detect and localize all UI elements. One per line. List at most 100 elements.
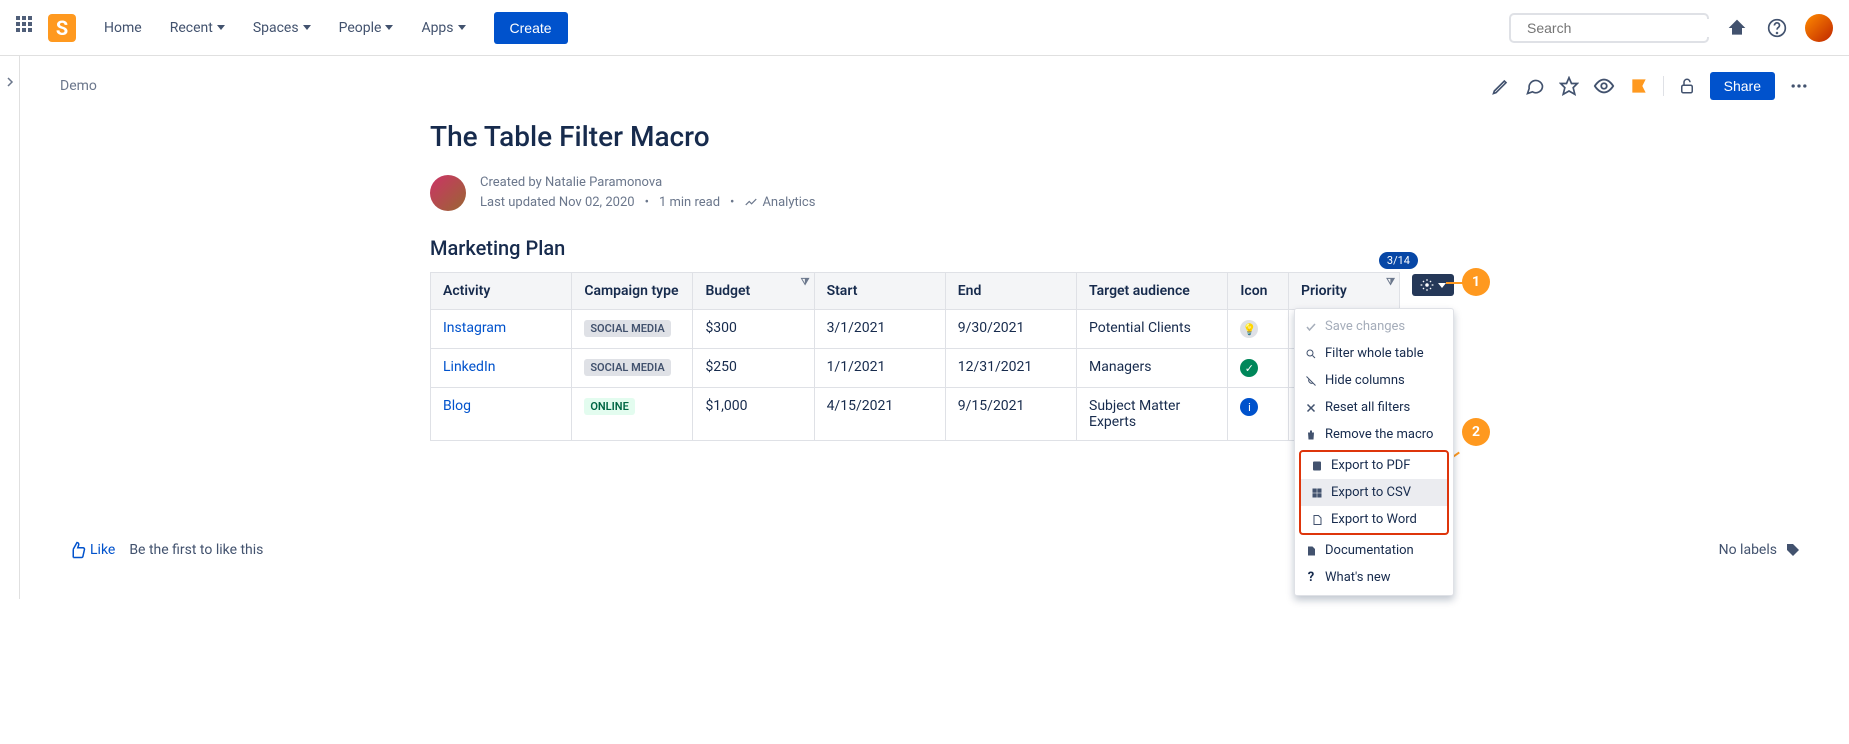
- cell-activity: LinkedIn: [431, 349, 572, 388]
- help-icon[interactable]: [1765, 16, 1789, 40]
- read-time: 1 min read: [659, 193, 720, 213]
- table-row: InstagramSOCIAL MEDIA$3003/1/20219/30/20…: [431, 310, 1400, 349]
- like-prompt: Be the first to like this: [129, 542, 263, 558]
- menu-whats-new[interactable]: ? What's new: [1295, 564, 1453, 591]
- filter-icon[interactable]: ⧩: [801, 277, 810, 288]
- table-row: Blog ONLINE $1,0004/15/20219/15/2021Subjec…: [431, 388, 1400, 441]
- col-budget[interactable]: Budget⧩: [693, 273, 814, 310]
- col-start[interactable]: Start: [814, 273, 945, 310]
- byline: Created by Natalie Paramonova Last updat…: [430, 173, 1410, 212]
- analytics-link[interactable]: Analytics: [744, 193, 815, 213]
- cell-campaign-type: ONLINE: [572, 388, 693, 441]
- campaign-tag: SOCIAL MEDIA: [584, 359, 670, 376]
- last-updated: Last updated Nov 02, 2020: [480, 193, 635, 213]
- campaign-tag: ONLINE: [584, 398, 634, 415]
- callout-2: 2: [1462, 418, 1490, 446]
- chevron-down-icon: [385, 25, 393, 30]
- cell-end: 12/31/2021: [945, 349, 1076, 388]
- presenter-icon[interactable]: [1629, 76, 1649, 96]
- like-button[interactable]: Like: [68, 541, 115, 559]
- nav-recent[interactable]: Recent: [158, 12, 237, 44]
- page-actions: Share: [1491, 72, 1809, 100]
- page-footer: Like Be the first to like this No labels: [60, 541, 1809, 559]
- chevron-right-icon: [4, 76, 16, 88]
- menu-filter-table[interactable]: Filter whole table: [1295, 340, 1453, 367]
- col-target[interactable]: Target audience: [1077, 273, 1228, 310]
- menu-reset-filters[interactable]: Reset all filters: [1295, 394, 1453, 421]
- col-activity[interactable]: Activity: [431, 273, 572, 310]
- app-switcher-icon[interactable]: [16, 16, 40, 40]
- cell-start: 4/15/2021: [814, 388, 945, 441]
- chevron-down-icon: [458, 25, 466, 30]
- divider: [1663, 76, 1664, 96]
- activity-link[interactable]: Instagram: [443, 320, 506, 336]
- doc-icon: [1305, 545, 1317, 557]
- label-icon[interactable]: [1785, 542, 1801, 558]
- nav-spaces[interactable]: Spaces: [241, 12, 323, 44]
- notifications-icon[interactable]: [1725, 16, 1749, 40]
- status-icon: 💡: [1240, 320, 1258, 338]
- col-campaign-type[interactable]: Campaign type: [572, 273, 693, 310]
- table-settings-button[interactable]: [1412, 274, 1454, 296]
- share-button[interactable]: Share: [1710, 72, 1775, 100]
- nav-apps[interactable]: Apps: [409, 12, 477, 44]
- menu-hide-columns[interactable]: Hide columns: [1295, 367, 1453, 394]
- cell-activity: Instagram: [431, 310, 572, 349]
- activity-link[interactable]: LinkedIn: [443, 359, 496, 375]
- trash-icon: [1305, 429, 1317, 441]
- cell-start: 1/1/2021: [814, 349, 945, 388]
- cell-activity: Blog: [431, 388, 572, 441]
- data-table: Activity Campaign type Budget⧩ Start End…: [430, 272, 1400, 441]
- nav-home[interactable]: Home: [92, 12, 154, 44]
- menu-remove-macro[interactable]: Remove the macro: [1295, 421, 1453, 448]
- col-priority[interactable]: Priority⧩: [1288, 273, 1399, 310]
- restrictions-icon[interactable]: [1678, 77, 1696, 95]
- breadcrumb[interactable]: Demo: [60, 78, 97, 94]
- table-settings-menu: Save changes Filter whole table Hide col…: [1294, 308, 1454, 596]
- search-box[interactable]: [1509, 13, 1709, 43]
- comment-icon[interactable]: [1525, 76, 1545, 96]
- export-group: Export to PDF Export to CSV Export to Wo…: [1299, 450, 1449, 535]
- menu-export-csv[interactable]: Export to CSV: [1301, 479, 1447, 506]
- menu-documentation[interactable]: Documentation: [1295, 537, 1453, 564]
- cell-end: 9/15/2021: [945, 388, 1076, 441]
- close-icon: [1305, 402, 1317, 414]
- cell-target: Managers: [1077, 349, 1228, 388]
- cell-budget: $1,000: [693, 388, 814, 441]
- cell-target: Subject Matter Experts: [1077, 388, 1228, 441]
- chevron-down-icon: [1438, 283, 1446, 288]
- pdf-icon: [1311, 460, 1323, 472]
- status-icon: i: [1240, 398, 1258, 416]
- search-input[interactable]: [1525, 19, 1710, 37]
- cell-target: Potential Clients: [1077, 310, 1228, 349]
- table-header-row: Activity Campaign type Budget⧩ Start End…: [431, 273, 1400, 310]
- star-icon[interactable]: [1559, 76, 1579, 96]
- cell-icon: ✓: [1228, 349, 1289, 388]
- cell-budget: $250: [693, 349, 814, 388]
- status-icon: ✓: [1240, 359, 1258, 377]
- cell-end: 9/30/2021: [945, 310, 1076, 349]
- nav-people[interactable]: People: [327, 12, 406, 44]
- menu-export-pdf[interactable]: Export to PDF: [1301, 452, 1447, 479]
- sidebar-expand-toggle[interactable]: [0, 56, 20, 599]
- analytics-icon: [744, 195, 758, 209]
- cell-start: 3/1/2021: [814, 310, 945, 349]
- activity-link[interactable]: Blog: [443, 398, 471, 414]
- campaign-tag: SOCIAL MEDIA: [584, 320, 670, 337]
- col-icon[interactable]: Icon: [1228, 273, 1289, 310]
- chevron-down-icon: [217, 25, 225, 30]
- watch-icon[interactable]: [1593, 75, 1615, 97]
- callout-line: [1446, 282, 1464, 284]
- user-avatar[interactable]: [1805, 14, 1833, 42]
- product-logo[interactable]: S: [48, 14, 76, 42]
- thumbs-up-icon: [68, 541, 86, 559]
- callout-1: 1: [1462, 268, 1490, 296]
- more-actions-icon[interactable]: [1789, 76, 1809, 96]
- menu-export-word[interactable]: Export to Word: [1301, 506, 1447, 533]
- author-avatar[interactable]: [430, 175, 466, 211]
- menu-save-changes: Save changes: [1295, 313, 1453, 340]
- filter-icon[interactable]: ⧩: [1386, 277, 1395, 288]
- col-end[interactable]: End: [945, 273, 1076, 310]
- edit-icon[interactable]: [1491, 76, 1511, 96]
- create-button[interactable]: Create: [494, 12, 568, 44]
